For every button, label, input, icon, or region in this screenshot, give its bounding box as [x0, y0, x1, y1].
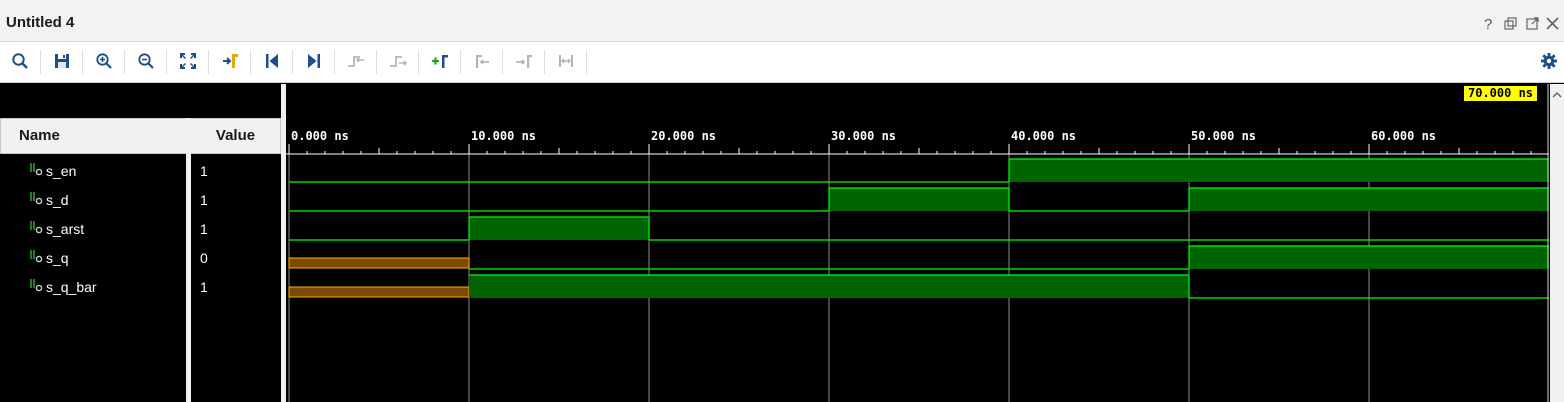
signal-value: 0 — [200, 250, 208, 266]
waveform-toolbar — [0, 42, 1564, 83]
window-title: Untitled 4 — [6, 14, 75, 31]
signal-name: s_arst — [46, 221, 85, 237]
time-tick-label: 40.000 ns — [1011, 129, 1076, 143]
signal-value: 1 — [200, 163, 208, 179]
toolbar-separator — [82, 50, 83, 74]
toolbar-separator — [124, 50, 125, 74]
zoom-in-icon[interactable] — [91, 48, 117, 74]
signal-value: 1 — [200, 192, 208, 208]
toolbar-separator — [376, 50, 377, 74]
wave-high-segment — [1189, 188, 1549, 211]
next-transition-icon[interactable] — [385, 48, 411, 74]
signal-row[interactable]: s_q 0 — [0, 243, 281, 272]
go-to-cursor-icon[interactable] — [217, 48, 243, 74]
wave-high-segment — [1009, 159, 1549, 182]
swap-cursors-icon[interactable] — [553, 48, 579, 74]
wave-high-segment — [829, 188, 1009, 211]
float-icon[interactable] — [1526, 17, 1539, 33]
save-icon[interactable] — [49, 48, 75, 74]
toolbar-separator — [502, 50, 503, 74]
time-tick-label: 30.000 ns — [831, 129, 896, 143]
signal-row[interactable]: s_arst 1 — [0, 214, 281, 243]
zoom-fit-icon[interactable] — [175, 48, 201, 74]
time-tick-label: 0.000 ns — [291, 129, 349, 143]
wave-high-segment — [469, 217, 649, 240]
wave-unknown-segment — [288, 257, 470, 269]
signal-name: s_q_bar — [46, 279, 97, 295]
waveform-area[interactable]: 0.000 ns 10.000 ns 20.000 ns 30.000 ns 40.00… — [286, 84, 1550, 402]
gear-icon[interactable] — [1536, 48, 1562, 74]
toolbar-separator — [544, 50, 545, 74]
toolbar-separator — [40, 50, 41, 74]
signal-icon — [30, 221, 43, 234]
signal-name: s_q — [46, 250, 69, 266]
signal-value: 1 — [200, 279, 208, 295]
signal-list-pane: Name Value s_en 1 s_d 1 s_arst 1 s_q 0 s_q_bar 1 — [0, 84, 281, 402]
signal-icon — [30, 192, 43, 205]
wave-high-segment — [1189, 246, 1549, 269]
toolbar-separator — [334, 50, 335, 74]
search-icon[interactable] — [7, 48, 33, 74]
wave-high-segment — [469, 275, 1189, 298]
toolbar-separator — [250, 50, 251, 74]
signal-icon — [30, 279, 43, 292]
signal-icon — [30, 163, 43, 176]
signal-row[interactable]: s_d 1 — [0, 185, 281, 214]
signal-value: 1 — [200, 221, 208, 237]
scroll-up-icon[interactable] — [1550, 88, 1564, 102]
cursor-time-label: 70.000 ns — [1464, 86, 1538, 101]
signal-name: s_d — [46, 192, 69, 208]
next-marker-icon[interactable] — [511, 48, 537, 74]
time-tick-label: 50.000 ns — [1191, 129, 1256, 143]
toolbar-separator — [418, 50, 419, 74]
previous-transition-icon[interactable] — [343, 48, 369, 74]
vertical-scrollbar[interactable] — [1550, 84, 1564, 402]
previous-marker-icon[interactable] — [469, 48, 495, 74]
signal-row[interactable]: s_en 1 — [0, 156, 281, 185]
toolbar-separator — [292, 50, 293, 74]
name-column-header[interactable]: Name — [0, 118, 187, 154]
value-column-header[interactable]: Value — [190, 118, 281, 154]
signal-name: s_en — [46, 163, 77, 179]
time-tick-label: 20.000 ns — [651, 129, 716, 143]
go-to-last-time-icon[interactable] — [301, 48, 327, 74]
wave-unknown-segment — [288, 286, 470, 298]
waveform-canvas[interactable]: 0.000 ns 10.000 ns 20.000 ns 30.000 ns 40.00… — [286, 84, 1550, 402]
time-tick-label: 60.000 ns — [1371, 129, 1436, 143]
signal-icon — [30, 250, 43, 263]
restore-icon[interactable] — [1504, 17, 1517, 33]
time-tick-label: 10.000 ns — [471, 129, 536, 143]
toolbar-separator — [586, 50, 587, 74]
toolbar-separator — [460, 50, 461, 74]
toolbar-separator — [166, 50, 167, 74]
go-to-time-zero-icon[interactable] — [259, 48, 285, 74]
signal-row[interactable]: s_q_bar 1 — [0, 272, 281, 301]
window-title-bar: Untitled 4 ? — [0, 0, 1564, 42]
zoom-out-icon[interactable] — [133, 48, 159, 74]
add-marker-icon[interactable] — [427, 48, 453, 74]
help-icon[interactable]: ? — [1484, 17, 1492, 32]
close-icon[interactable] — [1546, 17, 1559, 33]
toolbar-separator — [208, 50, 209, 74]
